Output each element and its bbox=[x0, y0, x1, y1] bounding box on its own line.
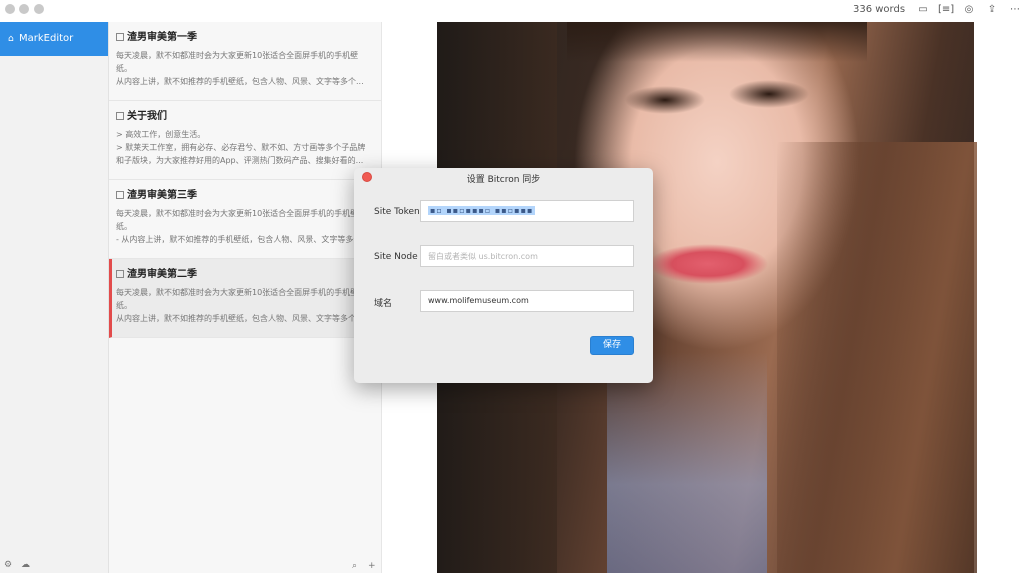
list-item[interactable]: 渣男审美第三季 每天凌晨，默不如都准时会为大家更新10张适合全面屏手机的手机壁 … bbox=[109, 180, 381, 259]
note-preview-line: 每天凌晨，默不如都准时会为大家更新10张适合全面屏手机的手机壁 bbox=[116, 209, 359, 218]
list-item-active[interactable]: 渣男审美第二季 每天凌晨，默不如都准时会为大家更新10张适合全面屏手机的手机壁 … bbox=[109, 259, 381, 338]
word-count: 336 words bbox=[852, 4, 906, 15]
note-preview-line: 从内容上讲，默不如推荐的手机壁纸，包含人物、风景、文字等多个... bbox=[116, 314, 364, 323]
home-icon: ⌂ bbox=[8, 34, 14, 44]
more-icon[interactable]: ⋯ bbox=[1008, 4, 1022, 16]
note-preview-line: 纸。 bbox=[116, 64, 132, 73]
site-node-field[interactable]: 留白或者类似 us.bitcron.com bbox=[420, 245, 634, 267]
title-bar: 336 words ▭ [≡] ◎ ⇪ ⋯ bbox=[0, 0, 1024, 22]
list-item[interactable]: 关于我们 > 高效工作，创意生活。 > 默莱天工作室，拥有必存、必存君兮、默不如… bbox=[109, 101, 381, 180]
note-title: 渣男审美第一季 bbox=[127, 32, 197, 43]
search-icon[interactable]: ⌕ bbox=[352, 561, 357, 571]
document-icon bbox=[116, 112, 124, 120]
note-preview-line: 和子版块，为大家推荐好用的App、评测热门数码产品、搜集好看的... bbox=[116, 156, 364, 165]
note-preview-line: > 默莱天工作室，拥有必存、必存君兮、默不如、方寸画等多个子品牌 bbox=[116, 143, 366, 152]
share-icon[interactable]: ⇪ bbox=[985, 4, 999, 16]
note-preview: 每天凌晨，默不如都准时会为大家更新10张适合全面屏手机的手机壁 纸。 从内容上讲… bbox=[116, 286, 373, 325]
note-title: 渣男审美第二季 bbox=[127, 269, 197, 280]
code-icon[interactable]: [≡] bbox=[938, 4, 954, 16]
note-preview-line: 纸。 bbox=[116, 222, 132, 231]
note-preview: 每天凌晨，默不如都准时会为大家更新10张适合全面屏手机的手机壁 纸。 - 从内容… bbox=[116, 207, 373, 246]
note-list: 渣男审美第一季 每天凌晨，默不如都准时会为大家更新10张适合全面屏手机的手机壁 … bbox=[109, 22, 382, 573]
note-preview-line: 从内容上讲，默不如推荐的手机壁纸，包含人物、风景、文字等多个... bbox=[116, 77, 364, 86]
folder-icon[interactable]: ▭ bbox=[916, 4, 930, 16]
note-preview-line: > 高效工作，创意生活。 bbox=[116, 130, 206, 139]
note-title: 渣男审美第三季 bbox=[127, 190, 197, 201]
window-minimize-button[interactable] bbox=[19, 4, 29, 14]
window-zoom-button[interactable] bbox=[34, 4, 44, 14]
site-token-value: ▪▫ ▪▪▫▪▪▪▫ ▪▪▫▪▪▪ bbox=[428, 206, 536, 215]
note-preview: 每天凌晨，默不如都准时会为大家更新10张适合全面屏手机的手机壁 纸。 从内容上讲… bbox=[116, 49, 373, 88]
note-preview-line: 每天凌晨，默不如都准时会为大家更新10张适合全面屏手机的手机壁 bbox=[116, 51, 359, 60]
note-preview: > 高效工作，创意生活。 > 默莱天工作室，拥有必存、必存君兮、默不如、方寸画等… bbox=[116, 128, 373, 167]
window-close-button[interactable] bbox=[5, 4, 15, 14]
note-title: 关于我们 bbox=[127, 111, 167, 122]
sync-icon[interactable]: ☁ bbox=[21, 560, 30, 570]
document-icon bbox=[116, 191, 124, 199]
site-token-field[interactable]: ▪▫ ▪▪▫▪▪▪▫ ▪▪▫▪▪▪ bbox=[420, 200, 634, 222]
save-button[interactable]: 保存 bbox=[590, 336, 634, 355]
sidebar: ⌂ MarkEditor ⚙ ☁ bbox=[0, 22, 109, 573]
note-preview-line: 每天凌晨，默不如都准时会为大家更新10张适合全面屏手机的手机壁 bbox=[116, 288, 359, 297]
document-icon bbox=[116, 270, 124, 278]
site-node-label: Site Node bbox=[374, 252, 418, 262]
add-icon[interactable]: + bbox=[368, 561, 376, 571]
list-item[interactable]: 渣男审美第一季 每天凌晨，默不如都准时会为大家更新10张适合全面屏手机的手机壁 … bbox=[109, 22, 381, 101]
note-preview-line: 纸。 bbox=[116, 301, 132, 310]
domain-field[interactable]: www.molifemuseum.com bbox=[420, 290, 634, 312]
site-token-label: Site Token bbox=[374, 207, 420, 217]
dialog-title: 设置 Bitcron 同步 bbox=[466, 175, 541, 185]
document-icon bbox=[116, 33, 124, 41]
brand-label: MarkEditor bbox=[19, 33, 74, 44]
bitcron-sync-dialog: 设置 Bitcron 同步 Site Token ▪▫ ▪▪▫▪▪▪▫ ▪▪▫▪… bbox=[354, 168, 653, 383]
preview-icon[interactable]: ◎ bbox=[962, 4, 976, 16]
settings-icon[interactable]: ⚙ bbox=[4, 560, 12, 570]
domain-label: 域名 bbox=[374, 299, 393, 309]
note-preview-line: - 从内容上讲，默不如推荐的手机壁纸，包含人物、风景、文字等多个... bbox=[116, 235, 370, 244]
sidebar-item-markeditor[interactable]: ⌂ MarkEditor bbox=[0, 22, 108, 56]
